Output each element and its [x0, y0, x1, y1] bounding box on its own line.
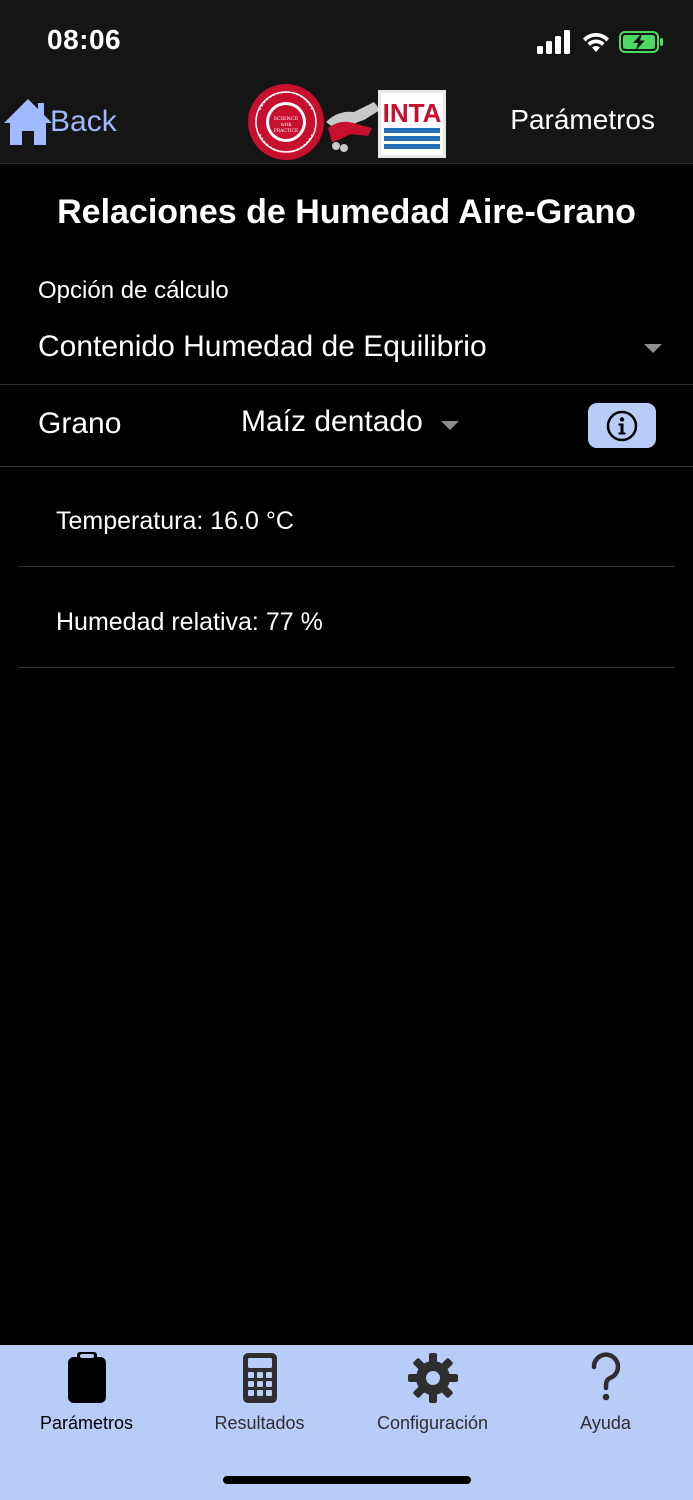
status-icons [537, 30, 667, 56]
calc-option-dropdown[interactable]: Contenido Humedad de Equilibrio [38, 330, 668, 370]
tab-resultados[interactable]: Resultados [173, 1351, 346, 1451]
relative-humidity-row[interactable]: Humedad relativa: 77 % [18, 568, 675, 668]
home-icon [4, 99, 52, 145]
chevron-down-icon [441, 421, 459, 430]
wifi-icon [583, 32, 609, 52]
tab-label: Parámetros [39, 1413, 134, 1433]
isu-seal-logo: SCIENCE with PRACTICE [248, 84, 324, 160]
battery-charging-icon [619, 31, 663, 53]
gear-icon [407, 1353, 458, 1403]
grain-value: Maíz dentado [241, 405, 423, 438]
nav-title: Parámetros [510, 104, 655, 135]
inta-logo: INTA [378, 90, 446, 158]
info-icon [606, 410, 638, 441]
tab-label: Ayuda [580, 1413, 631, 1433]
partner-logos: SCIENCE with PRACTICE INTA [248, 84, 446, 160]
calculator-icon [242, 1353, 277, 1403]
back-label: Back [50, 105, 117, 138]
svg-text:INTA: INTA [383, 98, 442, 128]
temperature-value: Temperatura: 16.0 °C [56, 507, 294, 535]
cellular-signal-icon [537, 30, 570, 54]
grain-info-button[interactable] [588, 403, 656, 448]
tab-parametros[interactable]: Parámetros [0, 1351, 173, 1451]
question-mark-icon [591, 1352, 620, 1401]
divider [0, 384, 693, 385]
back-button[interactable]: Back [2, 92, 117, 152]
handshake-icon [326, 102, 380, 152]
page-title: Relaciones de Humedad Aire-Grano [57, 193, 636, 231]
svg-text:with: with [280, 122, 292, 128]
status-bar: 08:06 [0, 0, 693, 82]
home-indicator[interactable] [223, 1476, 471, 1484]
relative-humidity-value: Humedad relativa: 77 % [56, 608, 323, 636]
tab-configuracion[interactable]: Configuración [346, 1351, 519, 1451]
temperature-row[interactable]: Temperatura: 16.0 °C [18, 467, 675, 567]
tab-bar: Parámetros Resultados Configuración Ayud… [0, 1345, 693, 1500]
divider [18, 566, 675, 567]
navigation-bar: Back SCIENCE with PRACTICE INTA Parámetr… [0, 82, 693, 164]
screen: 08:06 Back SCIENCE with PRACTICE INTA Pa… [0, 0, 693, 1500]
status-time: 08:06 [47, 24, 122, 55]
tab-label: Configuración [376, 1413, 489, 1433]
grain-label: Grano [38, 407, 122, 440]
clipboard-icon [67, 1352, 106, 1403]
tab-label: Resultados [214, 1413, 305, 1433]
grain-dropdown[interactable]: Maíz dentado [241, 405, 471, 447]
divider [18, 667, 675, 668]
svg-text:PRACTICE: PRACTICE [274, 128, 299, 134]
calc-option-value: Contenido Humedad de Equilibrio [38, 330, 487, 363]
calc-option-label: Opción de cálculo [38, 277, 229, 304]
chevron-down-icon [644, 344, 662, 353]
tab-ayuda[interactable]: Ayuda [519, 1351, 692, 1451]
